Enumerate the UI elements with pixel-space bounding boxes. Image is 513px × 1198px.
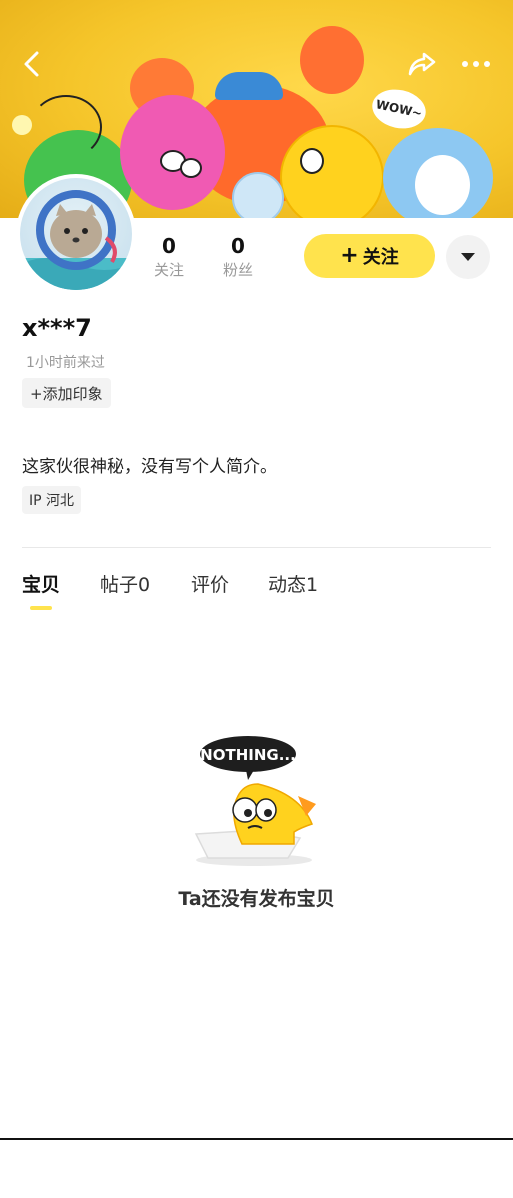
nothing-bubble-text: NOTHING...: [200, 746, 296, 764]
yellow-fish-illustration: [280, 125, 384, 218]
add-impression-button[interactable]: +添加印象: [22, 378, 111, 408]
follow-button-label: 关注: [362, 247, 399, 268]
last-seen-text: 1小时前来过: [26, 355, 105, 371]
plus-icon: +: [340, 243, 359, 268]
following-label: 关注: [153, 261, 184, 279]
tab-activity[interactable]: 动态1: [268, 570, 318, 597]
eye-illustration: [300, 148, 324, 174]
following-count: 0: [162, 234, 176, 258]
pufferfish-face-illustration: [415, 155, 470, 215]
eye-illustration: [180, 158, 202, 178]
crab-claw-illustration: [300, 26, 364, 94]
wow-sticker: WOW~: [368, 84, 430, 134]
avatar-image: [20, 178, 132, 290]
fans-stat[interactable]: 0 粉丝: [213, 235, 263, 280]
cap-illustration: [215, 72, 283, 100]
divider: [22, 547, 491, 548]
more-dots-icon: [462, 61, 490, 67]
ip-location-tag: IP 河北: [22, 486, 82, 514]
astronaut-illustration: [232, 172, 284, 218]
tab-reviews[interactable]: 评价: [191, 570, 229, 597]
more-options-dropdown[interactable]: [446, 235, 490, 279]
tab-items[interactable]: 宝贝: [22, 570, 60, 597]
following-stat[interactable]: 0 关注: [144, 235, 194, 280]
fishing-line-illustration: [30, 95, 102, 159]
fans-label: 粉丝: [222, 261, 253, 279]
back-button[interactable]: [12, 44, 52, 84]
fans-count: 0: [231, 234, 245, 258]
bulb-illustration: [12, 115, 32, 135]
active-tab-indicator: [30, 606, 52, 610]
more-button[interactable]: [456, 44, 496, 84]
chevron-left-icon: [24, 51, 39, 77]
follow-button[interactable]: + 关注: [304, 234, 435, 278]
bio-text: 这家伙很神秘，没有写个人简介。: [22, 457, 277, 477]
share-icon: [408, 52, 436, 76]
tab-posts[interactable]: 帖子0: [100, 570, 150, 597]
username: x***7: [22, 314, 92, 342]
content-tabs: 宝贝 帖子0 评价 动态1: [0, 570, 513, 614]
avatar[interactable]: [16, 174, 136, 294]
share-button[interactable]: [402, 44, 442, 84]
bottom-divider: [0, 1138, 513, 1140]
caret-down-icon: [461, 253, 475, 261]
empty-state-message: Ta还没有发布宝贝: [178, 888, 335, 910]
empty-state-illustration: NOTHING...: [188, 734, 328, 870]
